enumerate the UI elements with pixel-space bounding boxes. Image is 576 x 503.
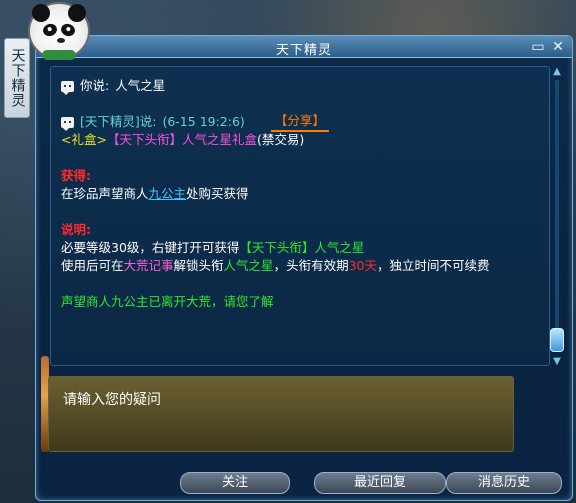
minimize-icon[interactable]: ▭ [530, 39, 546, 55]
window-titlebar[interactable]: 天下精灵 ▭ ✕ [36, 36, 572, 58]
close-icon[interactable]: ✕ [550, 39, 566, 55]
desc-title: 人气之星 [223, 258, 274, 273]
chat-text: 人气之星 [115, 78, 166, 93]
chat-bubble-icon [61, 116, 74, 131]
item-line: <礼盒>【天下头衔】人气之星礼盒(禁交易) [61, 131, 539, 149]
question-input[interactable]: 请输入您的疑问 [48, 376, 514, 452]
side-tab-tianxia-jingling[interactable]: 天下精灵 [4, 38, 30, 118]
chat-timestamp: (6-15 19:2:6) [162, 114, 245, 129]
message-history-button[interactable]: 消息历史 [446, 472, 562, 494]
obtain-text: 在珍品声望商人 [61, 186, 149, 201]
obtain-text-end: 处购买获得 [186, 186, 249, 201]
notice-text: 声望商人九公主已离开大荒，请您了解 [61, 294, 274, 309]
share-link[interactable]: 【分享】 [270, 112, 329, 132]
chat-speaker: 你说: [80, 78, 110, 93]
chat-line-bot: [天下精灵]说: (6-15 19:2:6) 【分享】 [61, 112, 539, 132]
description-heading: 说明: [61, 222, 91, 237]
chat-line-user: 你说: 人气之星 [61, 77, 539, 95]
desc-text: ，头衔有效期 [273, 258, 349, 273]
merchant-link[interactable]: 九公主 [149, 186, 187, 201]
chat-bubble-icon [61, 80, 74, 95]
description-line-1: 必要等级30级，右键打开可获得【天下头衔】人气之星 [61, 239, 539, 257]
chat-window: 天下精灵 ▭ ✕ 你说: 人气之星 [天下精灵]说: (6-15 19:2:6) 【… [35, 35, 573, 501]
chat-scrollbar[interactable]: ▲ ▼ [550, 66, 564, 368]
scroll-thumb[interactable] [550, 328, 564, 352]
item-category[interactable]: 【天下头衔】 [107, 132, 182, 147]
scroll-down-icon[interactable]: ▼ [550, 356, 564, 368]
item-name[interactable]: 人气之星礼盒 [182, 132, 257, 147]
recent-replies-button[interactable]: 最近回复 [314, 472, 446, 494]
desc-text: 使用后可在 [61, 258, 124, 273]
scroll-track[interactable] [555, 80, 559, 350]
window-title: 天下精灵 [275, 43, 332, 58]
desc-days: 30天 [348, 258, 377, 273]
description-line-2: 使用后可在大荒记事解锁头衔人气之星，头衔有效期30天，独立时间不可续费 [61, 257, 539, 275]
item-prefix: <礼盒> [61, 132, 107, 147]
follow-button[interactable]: 关注 [180, 472, 290, 494]
item-suffix: (禁交易) [256, 132, 305, 147]
desc-item: 【天下头衔】人气之星 [239, 240, 365, 255]
desc-place: 大荒记事 [123, 258, 174, 273]
chat-log: 你说: 人气之星 [天下精灵]说: (6-15 19:2:6) 【分享】 <礼盒>【… [50, 66, 550, 366]
desc-text: ，独立时间不可续费 [376, 258, 490, 273]
chat-speaker: [天下精灵]说: [80, 114, 157, 129]
panda-avatar-icon [28, 2, 90, 60]
obtain-line: 在珍品声望商人九公主处购买获得 [61, 185, 539, 203]
desc-text: 必要等级30级，右键打开可获得 [61, 240, 240, 255]
scroll-up-icon[interactable]: ▲ [550, 66, 564, 78]
desc-text: 解锁头衔 [173, 258, 224, 273]
obtain-heading: 获得: [61, 168, 91, 183]
